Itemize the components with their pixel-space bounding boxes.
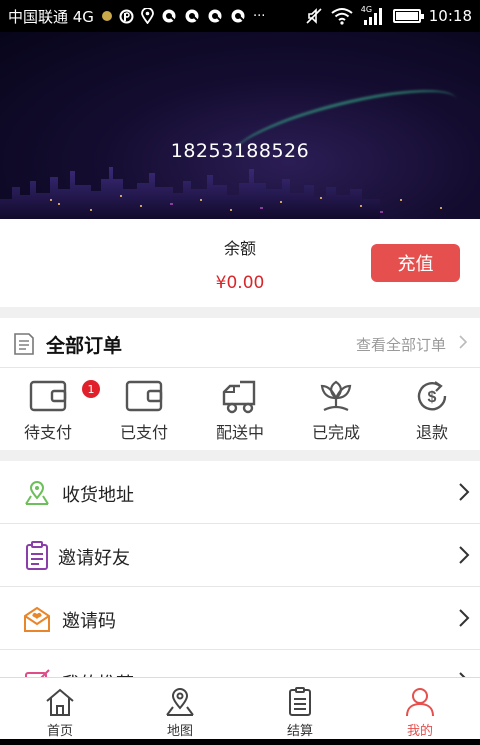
p-icon [119,9,134,23]
tab-home[interactable]: 首页 [0,678,120,740]
notification-dot-icon [101,11,112,21]
recharge-button[interactable]: 充值 [371,244,460,282]
order-status-paid[interactable]: 已支付 [96,376,192,446]
tab-label: 地图 [166,724,193,739]
tab-mine[interactable]: 我的 [360,678,480,740]
chevron-right-icon [459,335,468,349]
chevron-right-icon [459,483,470,501]
menu-item-shipping-address[interactable]: 收货地址 [0,461,480,524]
location-pin-icon [25,481,49,505]
order-status-label: 配送中 [215,423,264,442]
order-status-label: 已完成 [311,423,360,442]
profile-banner: 18253188526 [0,32,480,219]
order-status-label: 已支付 [119,423,168,442]
orders-title: 全部订单 [46,335,123,357]
tab-map[interactable]: 地图 [120,678,240,740]
account-menu: 收货地址 邀请好友 邀请码 [0,461,480,691]
app-screen: 中国联通 4G ··· 4G 10:18 18253188526 余额 ¥0.0… [0,0,480,745]
flower-icon [320,380,352,411]
status-right: 4G 10:18 [305,5,472,25]
q-icon [231,9,245,23]
view-all-orders-link[interactable]: 查看全部订单 [356,334,446,355]
tab-label: 首页 [46,724,73,739]
status-bar: 中国联通 4G ··· 4G 10:18 [0,0,480,32]
balance-panel: 余额 ¥0.00 充值 [0,219,480,307]
menu-item-invite-friends[interactable]: 邀请好友 [0,524,480,587]
refund-icon: $ [417,381,447,411]
more-icon: ··· [252,8,266,24]
mute-icon [306,8,322,24]
map-icon [166,688,194,716]
status-icons: ··· [101,8,266,24]
bottom-tab-bar: 首页 地图 结算 我的 [0,677,480,739]
city-skyline-image [0,167,442,219]
user-icon [406,688,434,717]
order-status-delivering[interactable]: 配送中 [192,376,288,446]
orders-header[interactable]: 全部订单 查看全部订单 [0,318,480,368]
menu-item-label: 邀请码 [62,611,116,632]
q-icon [208,9,222,23]
home-icon [46,688,74,716]
chevron-right-icon [459,609,470,627]
menu-item-label: 邀请好友 [58,548,130,569]
q-icon [185,9,199,23]
system-nav-strip [0,739,480,745]
menu-item-label: 收货地址 [62,485,134,506]
order-status-completed[interactable]: 已完成 [288,376,384,446]
orders-panel: 全部订单 查看全部订单 待支付 1 已支付 配送中 已完成 $ 退款 [0,318,480,450]
order-status-label: 退款 [415,423,448,442]
wallet-icon [125,380,163,412]
envelope-heart-icon [24,606,50,632]
receipt-icon [289,687,311,716]
clipboard-icon [26,541,48,570]
wallet-icon [29,380,67,412]
order-status-refund[interactable]: $ 退款 [384,376,480,446]
tab-label: 我的 [406,724,433,739]
clock: 10:18 [428,7,472,25]
menu-item-invite-code[interactable]: 邀请码 [0,587,480,650]
truck-icon [222,380,256,414]
order-status-label: 待支付 [23,423,72,442]
battery-icon [392,9,424,23]
location-icon [141,8,154,24]
wifi-icon [331,8,353,25]
tab-label: 结算 [286,724,313,739]
carrier-label: 中国联通 4G [8,7,94,26]
signal-icon: 4G [361,5,385,25]
tab-checkout[interactable]: 结算 [240,678,360,740]
document-icon [14,333,34,355]
chevron-right-icon [459,546,470,564]
q-icon [162,9,176,23]
svg-text:$: $ [428,389,437,406]
user-phone-number: 18253188526 [170,140,310,162]
